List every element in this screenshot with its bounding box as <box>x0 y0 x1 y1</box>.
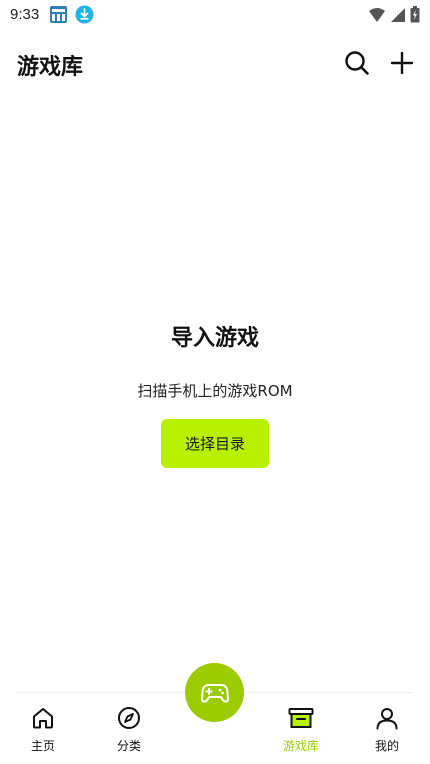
download-notification-icon <box>75 5 94 24</box>
status-right-icons <box>368 6 420 27</box>
game-library-screen: 9:33 游戏库 导入游戏 扫描手机上的游戏ROM 选择目录 主页 分类 游戏库… <box>0 0 430 764</box>
add-button[interactable] <box>387 48 417 78</box>
nav-item-category[interactable]: 分类 <box>86 693 172 764</box>
search-button[interactable] <box>342 48 372 78</box>
wifi-icon <box>368 7 386 27</box>
gamepad-button[interactable] <box>185 663 244 722</box>
nav-item-game-library[interactable]: 游戏库 <box>258 693 344 764</box>
app-header: 游戏库 <box>0 40 430 84</box>
nav-item-home[interactable]: 主页 <box>0 693 86 764</box>
search-icon <box>345 51 369 75</box>
archive-box-icon <box>288 705 314 731</box>
compass-icon <box>116 705 142 731</box>
home-icon <box>30 705 56 731</box>
gamepad-icon <box>200 683 229 703</box>
nav-label-game-library: 游戏库 <box>282 739 319 753</box>
empty-state-title: 导入游戏 <box>170 326 259 351</box>
nav-label-home: 主页 <box>30 739 55 753</box>
status-time: 9:33 <box>10 6 40 23</box>
battery-icon <box>410 6 420 27</box>
nav-item-profile[interactable]: 我的 <box>344 693 430 764</box>
status-bar: 9:33 <box>0 0 430 30</box>
plus-icon <box>390 51 414 75</box>
nav-label-profile: 我的 <box>374 739 399 753</box>
signal-icon <box>390 7 406 27</box>
select-directory-button[interactable]: 选择目录 <box>161 419 269 468</box>
app-notification-icon <box>49 5 68 24</box>
empty-state-description: 扫描手机上的游戏ROM <box>137 382 293 400</box>
nav-label-category: 分类 <box>116 739 141 753</box>
person-icon <box>374 705 400 731</box>
page-title: 游戏库 <box>17 55 84 80</box>
